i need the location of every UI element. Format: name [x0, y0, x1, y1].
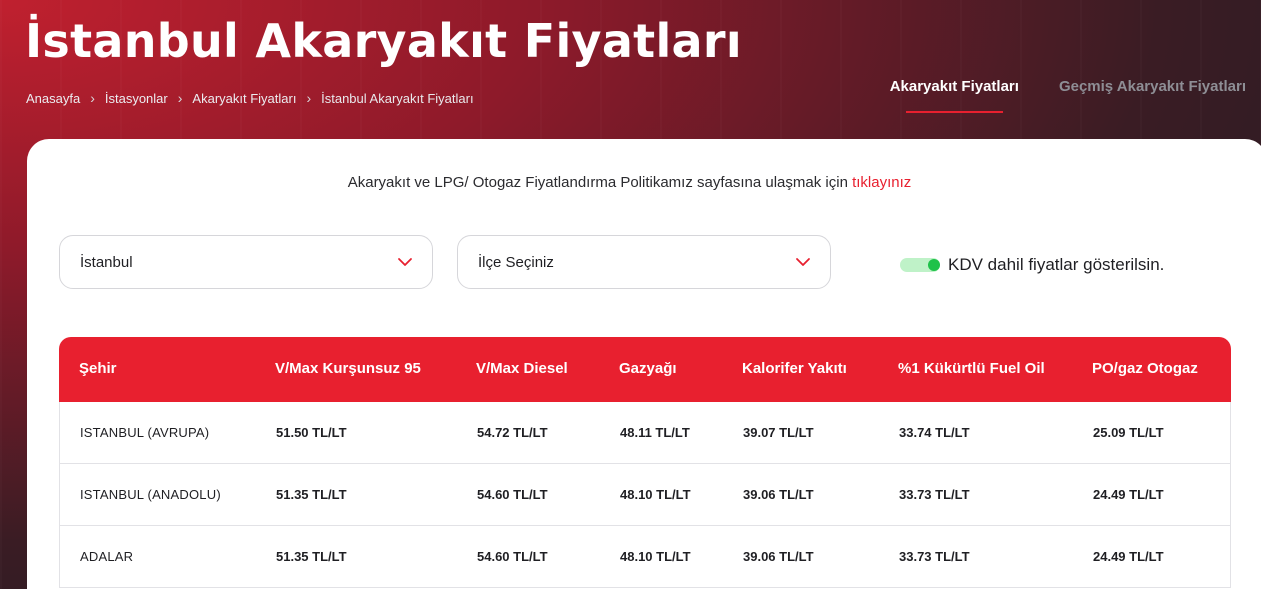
cell-price: 24.49 TL/LT: [1093, 487, 1164, 502]
content-card: Akaryakıt ve LPG/ Otogaz Fiyatlandırma P…: [27, 139, 1261, 589]
vat-toggle[interactable]: [900, 258, 940, 272]
cell-price: 33.73 TL/LT: [899, 487, 970, 502]
tab-fuel-prices[interactable]: Akaryakıt Fiyatları: [890, 78, 1019, 113]
column-header-city: Şehir: [79, 360, 117, 377]
pricing-policy-notice: Akaryakıt ve LPG/ Otogaz Fiyatlandırma P…: [27, 174, 1232, 191]
breadcrumb-separator: ›: [177, 90, 183, 106]
table-row: ISTANBUL (ANADOLU) 51.35 TL/LT 54.60 TL/…: [59, 464, 1231, 526]
cell-price: 39.06 TL/LT: [743, 549, 814, 564]
vat-toggle-group: KDV dahil fiyatlar gösterilsin.: [900, 255, 1164, 275]
column-header-autogas: PO/gaz Otogaz: [1092, 360, 1198, 377]
cell-price: 33.74 TL/LT: [899, 425, 970, 440]
breadcrumb-fuel-prices[interactable]: Akaryakıt Fiyatları: [192, 91, 296, 106]
column-header-kerosene: Gazyağı: [619, 360, 677, 377]
city-select-value: İstanbul: [80, 253, 133, 271]
cell-price: 24.49 TL/LT: [1093, 549, 1164, 564]
breadcrumb: Anasayfa › İstasyonlar › Akaryakıt Fiyat…: [26, 90, 474, 106]
breadcrumb-stations[interactable]: İstasyonlar: [105, 91, 168, 106]
cell-price: 51.35 TL/LT: [276, 549, 347, 564]
cell-price: 54.72 TL/LT: [477, 425, 548, 440]
breadcrumb-current: İstanbul Akaryakıt Fiyatları: [321, 90, 474, 106]
district-select-placeholder: İlçe Seçiniz: [478, 253, 554, 271]
cell-price: 48.11 TL/LT: [620, 425, 690, 440]
district-select[interactable]: İlçe Seçiniz: [457, 235, 831, 289]
column-header-heating-oil: Kalorifer Yakıtı: [742, 360, 847, 377]
fuel-price-table: Şehir V/Max Kurşunsuz 95 V/Max Diesel Ga…: [59, 337, 1231, 588]
cell-price: 33.73 TL/LT: [899, 549, 970, 564]
tab-price-history[interactable]: Geçmiş Akaryakıt Fiyatları: [1059, 78, 1246, 113]
city-select[interactable]: İstanbul: [59, 235, 433, 289]
cell-city: ISTANBUL (ANADOLU): [80, 487, 221, 502]
cell-price: 51.50 TL/LT: [276, 425, 347, 440]
breadcrumb-separator: ›: [306, 90, 312, 106]
column-header-unleaded-95: V/Max Kurşunsuz 95: [275, 360, 421, 377]
cell-city: ADALAR: [80, 549, 134, 564]
column-header-fuel-oil: %1 Kükürtlü Fuel Oil: [898, 360, 1045, 377]
chevron-down-icon: [796, 258, 810, 266]
cell-price: 39.07 TL/LT: [743, 425, 814, 440]
notice-text: Akaryakıt ve LPG/ Otogaz Fiyatlandırma P…: [347, 174, 853, 191]
breadcrumb-separator: ›: [90, 90, 95, 106]
vat-toggle-label: KDV dahil fiyatlar gösterilsin.: [948, 255, 1165, 274]
cell-price: 48.10 TL/LT: [620, 487, 691, 502]
cell-price: 39.06 TL/LT: [743, 487, 814, 502]
column-header-diesel: V/Max Diesel: [476, 360, 568, 377]
cell-price: 48.10 TL/LT: [620, 549, 691, 564]
cell-price: 25.09 TL/LT: [1093, 425, 1164, 440]
table-row: ADALAR 51.35 TL/LT 54.60 TL/LT 48.10 TL/…: [59, 526, 1231, 588]
breadcrumb-home[interactable]: Anasayfa: [26, 91, 80, 106]
cell-price: 54.60 TL/LT: [477, 487, 548, 502]
cell-city: ISTANBUL (AVRUPA): [80, 425, 210, 440]
toggle-knob: [928, 259, 940, 271]
cell-price: 54.60 TL/LT: [477, 549, 548, 564]
page-title: İstanbul Akaryakıt Fiyatları: [25, 14, 742, 68]
table-row: ISTANBUL (AVRUPA) 51.50 TL/LT 54.72 TL/L…: [59, 402, 1231, 464]
table-header: Şehir V/Max Kurşunsuz 95 V/Max Diesel Ga…: [59, 337, 1231, 402]
price-tabs: Akaryakıt Fiyatları Geçmiş Akaryakıt Fiy…: [890, 78, 1261, 113]
chevron-down-icon: [398, 258, 412, 266]
cell-price: 51.35 TL/LT: [276, 487, 347, 502]
pricing-policy-link[interactable]: tıklayınız: [852, 174, 911, 191]
